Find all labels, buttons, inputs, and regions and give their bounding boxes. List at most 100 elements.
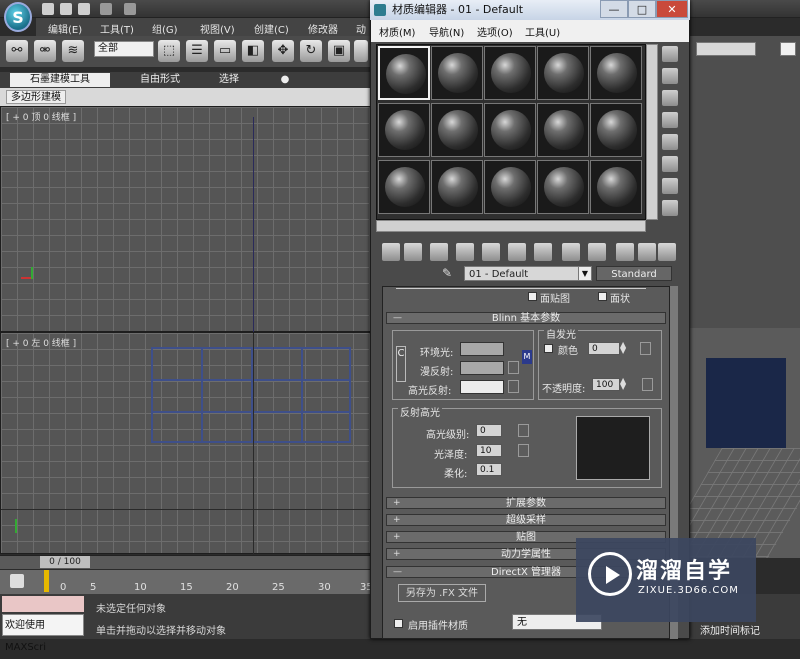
rotate-icon[interactable]: ↻: [300, 40, 322, 62]
maximize-button[interactable]: □: [628, 0, 656, 18]
selection-filter-dropdown[interactable]: 全部: [94, 41, 154, 57]
new-file-icon[interactable]: [42, 3, 54, 15]
tab-freeform[interactable]: 自由形式: [120, 73, 200, 87]
put-to-scene-icon[interactable]: [404, 243, 422, 261]
lock-diffuse-map-icon[interactable]: M: [522, 350, 532, 364]
specular-color-swatch[interactable]: [460, 380, 504, 394]
lock-colors-icon[interactable]: C: [396, 346, 406, 382]
minimize-button[interactable]: —: [600, 0, 628, 18]
slots-horizontal-scrollbar[interactable]: [376, 220, 646, 232]
specular-level-spinner[interactable]: 0: [476, 424, 502, 437]
bind-spacewarp-icon[interactable]: ≋: [62, 40, 84, 62]
menu-group[interactable]: 组(G): [152, 21, 178, 36]
material-type-button[interactable]: Standard: [596, 266, 672, 281]
make-copy-icon[interactable]: [482, 243, 500, 261]
glossiness-map-button[interactable]: [518, 444, 529, 457]
tab-graphite-modeling[interactable]: 石墨建模工具: [10, 73, 110, 87]
scale-icon[interactable]: ▣: [328, 40, 350, 62]
material-sample-slot[interactable]: [537, 46, 589, 100]
material-sample-slot[interactable]: [378, 103, 430, 157]
close-button[interactable]: ✕: [656, 0, 688, 18]
menu-utilities[interactable]: 工具(U): [525, 24, 560, 39]
maxscript-mini-listener[interactable]: 欢迎使用 MAXScri: [2, 614, 84, 653]
rollout-supersampling[interactable]: + 超级采样: [386, 514, 666, 526]
diffuse-color-swatch[interactable]: [460, 361, 504, 375]
app-logo-icon[interactable]: S: [4, 2, 32, 32]
soften-spinner[interactable]: 0.1: [476, 463, 502, 476]
current-frame-marker[interactable]: [44, 570, 49, 592]
menu-edit[interactable]: 编辑(E): [48, 21, 82, 36]
menu-views[interactable]: 视图(V): [200, 21, 235, 36]
menu-tools[interactable]: 工具(T): [100, 21, 134, 36]
command-dropdown-arrow-icon[interactable]: [780, 42, 796, 56]
specular-map-button[interactable]: [508, 380, 519, 393]
self-illum-color-checkbox[interactable]: [544, 344, 553, 353]
background-icon[interactable]: [662, 90, 678, 106]
rect-selection-icon[interactable]: ▭: [214, 40, 236, 62]
show-map-in-viewport-icon[interactable]: [588, 243, 606, 261]
assign-to-selection-icon[interactable]: [430, 243, 448, 261]
unlink-icon[interactable]: ⚮: [34, 40, 56, 62]
slots-vertical-scrollbar[interactable]: [646, 44, 658, 220]
make-preview-icon[interactable]: [662, 156, 678, 172]
show-end-result-icon[interactable]: [616, 243, 634, 261]
link-icon[interactable]: ⚯: [6, 40, 28, 62]
menu-modifiers[interactable]: 修改器: [308, 21, 338, 36]
material-sample-slot[interactable]: [484, 160, 536, 214]
material-sample-slot[interactable]: [537, 160, 589, 214]
diffuse-map-button[interactable]: [508, 361, 519, 374]
ribbon-toggle-icon[interactable]: ●: [270, 73, 300, 87]
save-file-icon[interactable]: [78, 3, 90, 15]
menu-options[interactable]: 选项(O): [477, 24, 513, 39]
select-object-icon[interactable]: ⬚: [158, 40, 180, 62]
sample-type-icon[interactable]: [662, 46, 678, 62]
viewport-perspective[interactable]: [658, 328, 800, 558]
material-sample-slot[interactable]: [590, 103, 642, 157]
material-sample-slot[interactable]: [484, 46, 536, 100]
undo-icon[interactable]: [100, 3, 112, 15]
redo-icon[interactable]: [124, 3, 136, 15]
go-forward-sibling-icon[interactable]: [658, 243, 676, 261]
tab-selection[interactable]: 选择: [204, 73, 254, 87]
menu-navigation[interactable]: 导航(N): [429, 24, 464, 39]
window-crossing-icon[interactable]: ◧: [242, 40, 264, 62]
backlight-icon[interactable]: [662, 68, 678, 84]
options-icon[interactable]: [662, 178, 678, 194]
go-to-parent-icon[interactable]: [638, 243, 656, 261]
opacity-spinner[interactable]: 100: [592, 378, 620, 391]
material-name-field[interactable]: 01 - Default: [464, 266, 580, 281]
polygon-modeling-panel[interactable]: 多边形建模: [6, 90, 66, 104]
faceted-checkbox[interactable]: [598, 292, 607, 301]
material-sample-slot[interactable]: [484, 103, 536, 157]
perspective-object[interactable]: [706, 358, 786, 448]
material-sample-slot[interactable]: [431, 160, 483, 214]
reset-map-icon[interactable]: [456, 243, 474, 261]
material-name-dropdown-icon[interactable]: ▼: [578, 266, 592, 281]
face-map-checkbox[interactable]: [528, 292, 537, 301]
viewport-left-label[interactable]: [ + 0 左 0 线框 ]: [6, 336, 76, 349]
ref-coord-icon[interactable]: [354, 40, 368, 62]
select-by-name-icon[interactable]: ☰: [186, 40, 208, 62]
material-sample-slot[interactable]: [537, 103, 589, 157]
key-filter-icon[interactable]: [10, 574, 24, 588]
save-as-fx-button[interactable]: 另存为 .FX 文件: [398, 584, 486, 602]
material-sample-slot[interactable]: [378, 160, 430, 214]
material-sample-slot[interactable]: [590, 160, 642, 214]
maxscript-listener-pink[interactable]: [2, 596, 84, 612]
add-time-tag-button[interactable]: 添加时间标记: [700, 622, 760, 637]
self-illum-spinner-arrows-icon[interactable]: ▲ ▼: [620, 341, 628, 355]
material-sample-slot[interactable]: [431, 46, 483, 100]
get-material-icon[interactable]: [382, 243, 400, 261]
move-icon[interactable]: ✥: [272, 40, 294, 62]
viewport-top-label[interactable]: [ + 0 顶 0 线框 ]: [6, 110, 76, 123]
pick-material-eyedropper-icon[interactable]: ✎: [442, 266, 458, 281]
opacity-spinner-arrows-icon[interactable]: ▲ ▼: [620, 377, 628, 391]
command-panel-dropdown[interactable]: [696, 42, 756, 56]
viewport-left[interactable]: [0, 332, 377, 555]
material-effects-channel-icon[interactable]: [562, 243, 580, 261]
material-sample-slot[interactable]: [431, 103, 483, 157]
rollout-extended-parameters[interactable]: + 扩展参数: [386, 497, 666, 509]
menu-create[interactable]: 创建(C): [254, 21, 289, 36]
uv-tiling-icon[interactable]: [662, 112, 678, 128]
self-illum-map-button[interactable]: [640, 342, 651, 355]
